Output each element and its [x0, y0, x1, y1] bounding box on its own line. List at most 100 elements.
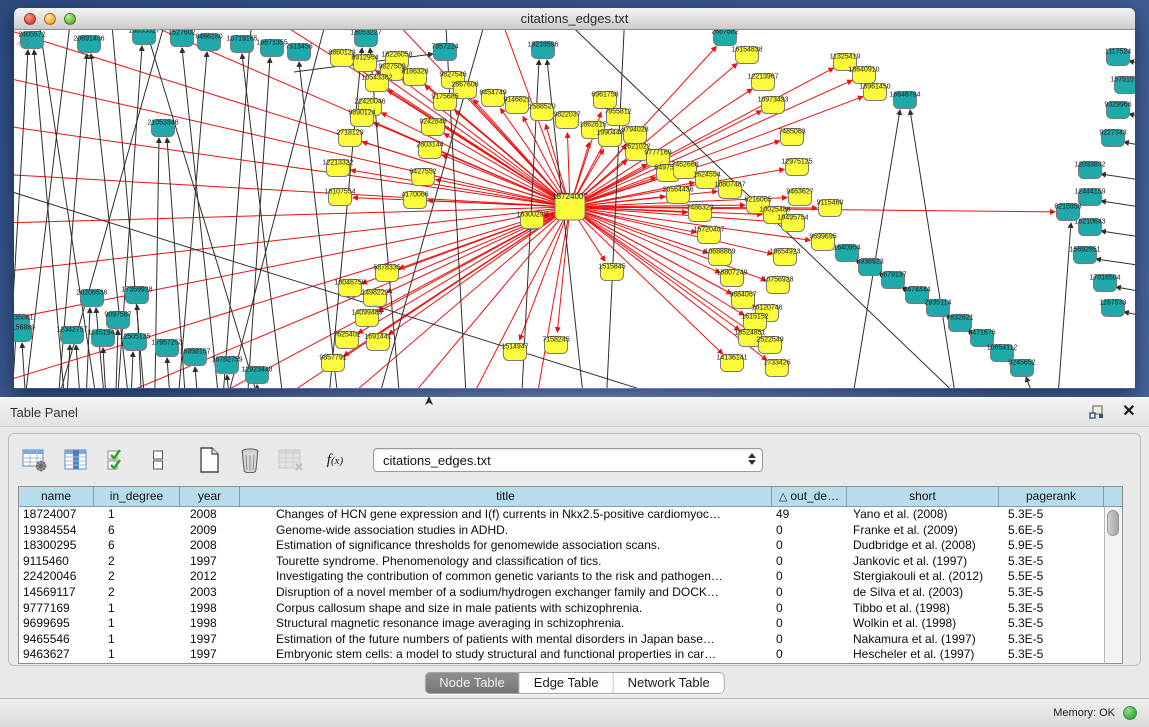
- graph-node[interactable]: 16782759: [211, 357, 242, 374]
- graph-node[interactable]: 9699695: [809, 234, 836, 251]
- graph-node[interactable]: 21053346: [147, 120, 178, 137]
- network-view-window[interactable]: citations_edges.txt 24055722069140610655…: [14, 8, 1135, 389]
- graph-node[interactable]: 9245652: [1008, 360, 1035, 377]
- graph-node[interactable]: 14136141: [716, 355, 747, 372]
- window-titlebar[interactable]: citations_edges.txt: [14, 8, 1135, 30]
- graph-node[interactable]: 15692951: [1069, 247, 1100, 264]
- graph-node[interactable]: 1990448: [596, 130, 623, 147]
- network-canvas[interactable]: 2405572206914061065532715276028466160107…: [14, 30, 1135, 388]
- graph-node[interactable]: 16958107: [179, 349, 210, 366]
- table-row[interactable]: 1830029562008Estimation of significance …: [19, 538, 1104, 554]
- graph-node[interactable]: 1691441: [364, 334, 391, 351]
- graph-node[interactable]: 14099489: [351, 310, 382, 327]
- graph-node[interactable]: 9175685: [431, 94, 458, 111]
- graph-node[interactable]: 10655327: [128, 30, 159, 45]
- select-columns-button[interactable]: [62, 446, 90, 474]
- graph-node[interactable]: 8427552: [409, 169, 436, 186]
- graph-node[interactable]: 6794028: [621, 127, 648, 144]
- graph-node[interactable]: 12505135: [119, 334, 150, 351]
- close-panel-button[interactable]: ✕: [1119, 402, 1139, 422]
- graph-node[interactable]: 10688809: [704, 249, 735, 266]
- graph-node[interactable]: 10756928: [762, 277, 793, 294]
- table-row[interactable]: 977716911998Corpus callosum shape and si…: [19, 601, 1104, 617]
- graph-node[interactable]: 1515845: [598, 264, 625, 281]
- table-scrollbar[interactable]: [1104, 507, 1122, 663]
- table-row[interactable]: 1456911722003Disruption of a novel membe…: [19, 585, 1104, 601]
- graph-node[interactable]: 18724007: [552, 192, 588, 220]
- graph-node[interactable]: 1527602: [168, 30, 195, 47]
- graph-node[interactable]: 12213967: [747, 74, 778, 91]
- function-builder-button[interactable]: f(x): [318, 446, 352, 474]
- window-resize-grip[interactable]: [14, 30, 30, 46]
- graph-node[interactable]: 18300295: [516, 212, 547, 229]
- column-header-pagerank[interactable]: pagerank: [999, 487, 1104, 506]
- graph-node[interactable]: 16671355: [256, 40, 287, 57]
- tab-network-table[interactable]: Network Table: [614, 673, 724, 693]
- graph-node[interactable]: 10807487: [714, 182, 745, 199]
- table-row[interactable]: 2242004622012Investigating the contribut…: [19, 569, 1104, 585]
- graph-node[interactable]: 18807249: [716, 270, 747, 287]
- graph-node[interactable]: 20206536: [76, 290, 107, 307]
- float-panel-button[interactable]: [1087, 402, 1107, 422]
- graph-node[interactable]: 9242848: [419, 119, 446, 136]
- graph-node[interactable]: 7957224: [431, 44, 458, 61]
- graph-node[interactable]: 16961450: [859, 84, 890, 101]
- select-all-button[interactable]: [103, 446, 131, 474]
- graph-node[interactable]: 9227343: [1099, 130, 1126, 147]
- table-row[interactable]: 946362711997Embryonic stem cells: a mode…: [19, 647, 1104, 663]
- graph-node[interactable]: 9115460: [817, 200, 844, 217]
- graph-node[interactable]: 2687682: [711, 30, 738, 46]
- graph-node[interactable]: 20564436: [662, 187, 693, 204]
- graph-node[interactable]: 8186328: [401, 69, 428, 86]
- graph-node[interactable]: 8215958: [1054, 204, 1081, 221]
- graph-node[interactable]: 16154838: [731, 47, 762, 64]
- column-header-name[interactable]: name: [19, 487, 94, 506]
- graph-node[interactable]: 12342757: [56, 327, 87, 344]
- graph-node[interactable]: 7485063: [778, 129, 805, 146]
- graph-node[interactable]: 7486322: [686, 205, 713, 222]
- graph-node[interactable]: 2803144: [416, 142, 443, 159]
- graph-node[interactable]: 19218596: [527, 42, 558, 59]
- clear-selection-button[interactable]: [144, 446, 172, 474]
- graph-node[interactable]: 12093832: [1074, 162, 1105, 179]
- graph-node[interactable]: 10973493: [757, 97, 788, 114]
- graph-node[interactable]: 20691406: [73, 36, 104, 53]
- tab-edge-table[interactable]: Edge Table: [520, 673, 614, 693]
- graph-node[interactable]: 7625402: [333, 332, 360, 349]
- new-table-button[interactable]: [195, 446, 223, 474]
- graph-node[interactable]: 5878335: [373, 265, 400, 282]
- graph-node[interactable]: 10719165: [226, 36, 257, 53]
- graph-node[interactable]: 2522549: [756, 337, 783, 354]
- graph-node[interactable]: 12923448: [241, 367, 272, 384]
- graph-node[interactable]: 16210643: [1074, 219, 1105, 236]
- table-row[interactable]: 911546021997Tourette syndrome. Phenomeno…: [19, 554, 1104, 570]
- graph-node[interactable]: 1615152: [741, 314, 768, 331]
- graph-node[interactable]: 19654923: [769, 249, 800, 266]
- graph-node[interactable]: 18640910: [848, 67, 879, 84]
- graph-node[interactable]: 1498222: [361, 290, 388, 307]
- graph-node[interactable]: 9890124: [348, 110, 375, 127]
- graph-node[interactable]: 1514947: [501, 344, 528, 361]
- graph-node[interactable]: 8912954: [351, 55, 378, 72]
- table-row[interactable]: 1938455462009Genome-wide association stu…: [19, 523, 1104, 539]
- graph-node[interactable]: 17359928: [121, 287, 152, 304]
- graph-node[interactable]: 9146821: [503, 97, 530, 114]
- graph-node[interactable]: 11451947: [88, 330, 119, 347]
- graph-node[interactable]: 9329966: [1104, 102, 1131, 119]
- graph-node[interactable]: 7955812: [604, 109, 631, 126]
- graph-node[interactable]: 17957253: [151, 340, 182, 357]
- column-header-title[interactable]: title: [240, 487, 772, 506]
- delete-table-button-disabled[interactable]: [277, 446, 305, 474]
- graph-node[interactable]: 9097587: [104, 312, 131, 329]
- graph-node[interactable]: 16648784: [889, 92, 920, 109]
- graph-node[interactable]: 17016504: [1089, 275, 1120, 292]
- column-header-short[interactable]: short: [847, 487, 999, 506]
- graph-node[interactable]: 4170066: [401, 192, 428, 209]
- graph-node[interactable]: 15720407: [693, 227, 724, 244]
- graph-node[interactable]: 9463627: [786, 189, 813, 206]
- table-row[interactable]: 969969511998Structural magnetic resonanc…: [19, 616, 1104, 632]
- graph-node[interactable]: 9857791: [319, 355, 346, 372]
- table-settings-button[interactable]: [21, 446, 49, 474]
- graph-node[interactable]: 1733426: [763, 360, 790, 377]
- scrollbar-thumb[interactable]: [1107, 510, 1119, 536]
